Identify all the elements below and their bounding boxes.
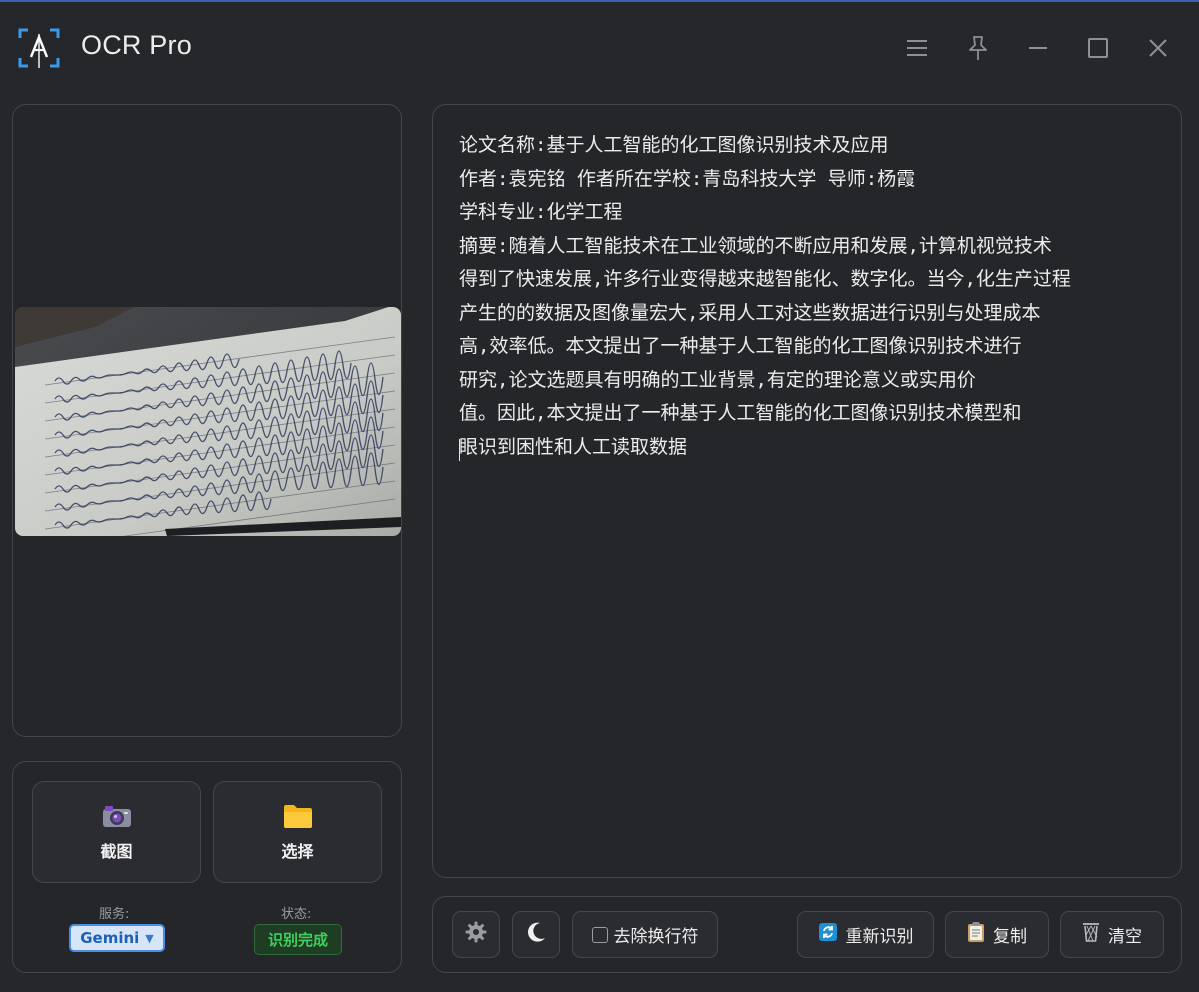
minimize-icon[interactable]	[1022, 32, 1054, 64]
ocr-line: 眼识到困性和人工读取数据	[459, 435, 688, 458]
recognize-again-button[interactable]: 重新识别	[797, 911, 934, 958]
app-title: OCR Pro	[81, 30, 192, 60]
ocr-result-textarea[interactable]: 论文名称:基于人工智能的化工图像识别技术及应用作者:袁宪铭 作者所在学校:青岛科…	[459, 129, 1159, 464]
chevron-down-icon: ▼	[145, 931, 154, 945]
app-window: OCR Pro 截图 选择 服务: Gemini ▼ 状态: 识别完成 论文名称…	[0, 0, 1199, 992]
capture-button[interactable]: 截图	[32, 781, 201, 883]
image-preview-panel	[12, 104, 402, 737]
menu-icon[interactable]	[901, 32, 933, 64]
actions-panel: 截图 选择 服务: Gemini ▼ 状态: 识别完成	[12, 761, 402, 973]
trash-icon	[1082, 921, 1100, 948]
remove-newlines-label: 去除换行符	[613, 927, 699, 947]
clear-label: 清空	[1108, 927, 1142, 947]
service-value: Gemini	[80, 929, 140, 947]
clear-button[interactable]: 清空	[1060, 911, 1164, 958]
moon-icon	[525, 921, 547, 948]
recognize-again-label: 重新识别	[845, 927, 914, 947]
copy-label: 复制	[993, 927, 1027, 947]
clipboard-icon	[967, 921, 985, 948]
capture-label: 截图	[100, 842, 133, 861]
select-button[interactable]: 选择	[213, 781, 382, 883]
theme-toggle-button[interactable]	[512, 911, 560, 958]
bottom-toolbar: 去除换行符 重新识别 复制 清空	[432, 896, 1182, 973]
select-label: 选择	[281, 842, 314, 861]
pin-icon[interactable]	[962, 32, 994, 64]
ocr-line: 论文名称:基于人工智能的化工图像识别技术及应用	[459, 134, 889, 156]
ocr-line: 研究,论文选题具有明确的工业背景,有定的理论意义或实用价	[459, 368, 976, 391]
ocr-text-panel[interactable]: 论文名称:基于人工智能的化工图像识别技术及应用作者:袁宪铭 作者所在学校:青岛科…	[432, 104, 1182, 878]
ocr-line: 值。因此,本文提出了一种基于人工智能的化工图像识别技术模型和	[459, 402, 1022, 424]
settings-button[interactable]	[452, 911, 500, 958]
app-logo-icon	[18, 26, 60, 70]
folder-icon	[283, 802, 313, 830]
ocr-line: 高,效率低。本文提出了一种基于人工智能的化工图像识别技术进行	[459, 335, 1022, 357]
status-badge: 识别完成	[254, 924, 342, 955]
text-cursor	[459, 439, 460, 461]
title-bar: OCR Pro	[0, 4, 1199, 90]
maximize-icon[interactable]	[1082, 32, 1114, 64]
status-label: 状态:	[281, 907, 312, 922]
ocr-line: 得到了快速发展,许多行业变得越来越智能化、数字化。当今,化生产过程	[459, 268, 1071, 290]
copy-button[interactable]: 复制	[945, 911, 1049, 958]
close-icon[interactable]	[1142, 32, 1174, 64]
camera-icon	[102, 802, 132, 830]
service-label: 服务:	[99, 907, 130, 922]
gear-icon	[465, 921, 487, 948]
checkbox-icon[interactable]	[591, 926, 608, 943]
refresh-icon	[818, 922, 838, 947]
ocr-line: 摘要:随着人工智能技术在工业领域的不断应用和发展,计算机视觉技术	[459, 234, 1052, 257]
preview-image[interactable]	[15, 307, 401, 536]
ocr-line: 学科专业:化学工程	[459, 201, 623, 223]
ocr-line: 作者:袁宪铭 作者所在学校:青岛科技大学 导师:杨霞	[459, 167, 916, 190]
remove-newlines-checkbox[interactable]: 去除换行符	[572, 911, 718, 958]
ocr-line: 产生的的数据及图像量宏大,采用人工对这些数据进行识别与处理成本	[459, 301, 1041, 324]
service-select[interactable]: Gemini ▼	[69, 924, 165, 952]
